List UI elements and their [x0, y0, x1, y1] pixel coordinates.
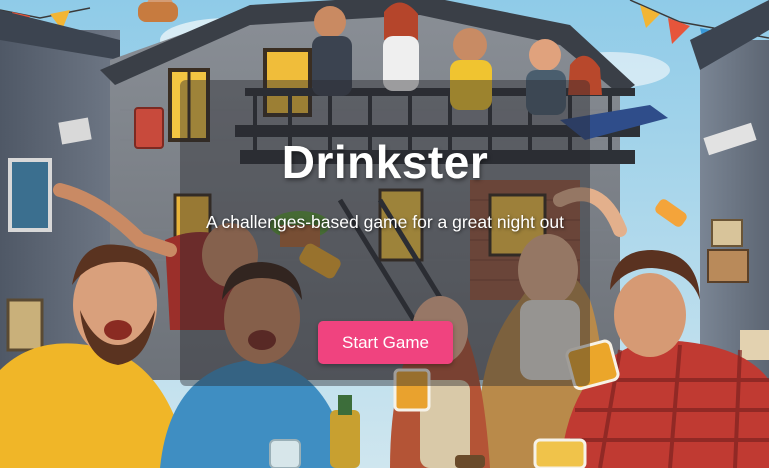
page-title: Drinkster	[281, 136, 489, 188]
start-game-button[interactable]: Start Game	[318, 321, 453, 364]
page-subtitle: A challenges-based game for a great nigh…	[205, 212, 564, 232]
